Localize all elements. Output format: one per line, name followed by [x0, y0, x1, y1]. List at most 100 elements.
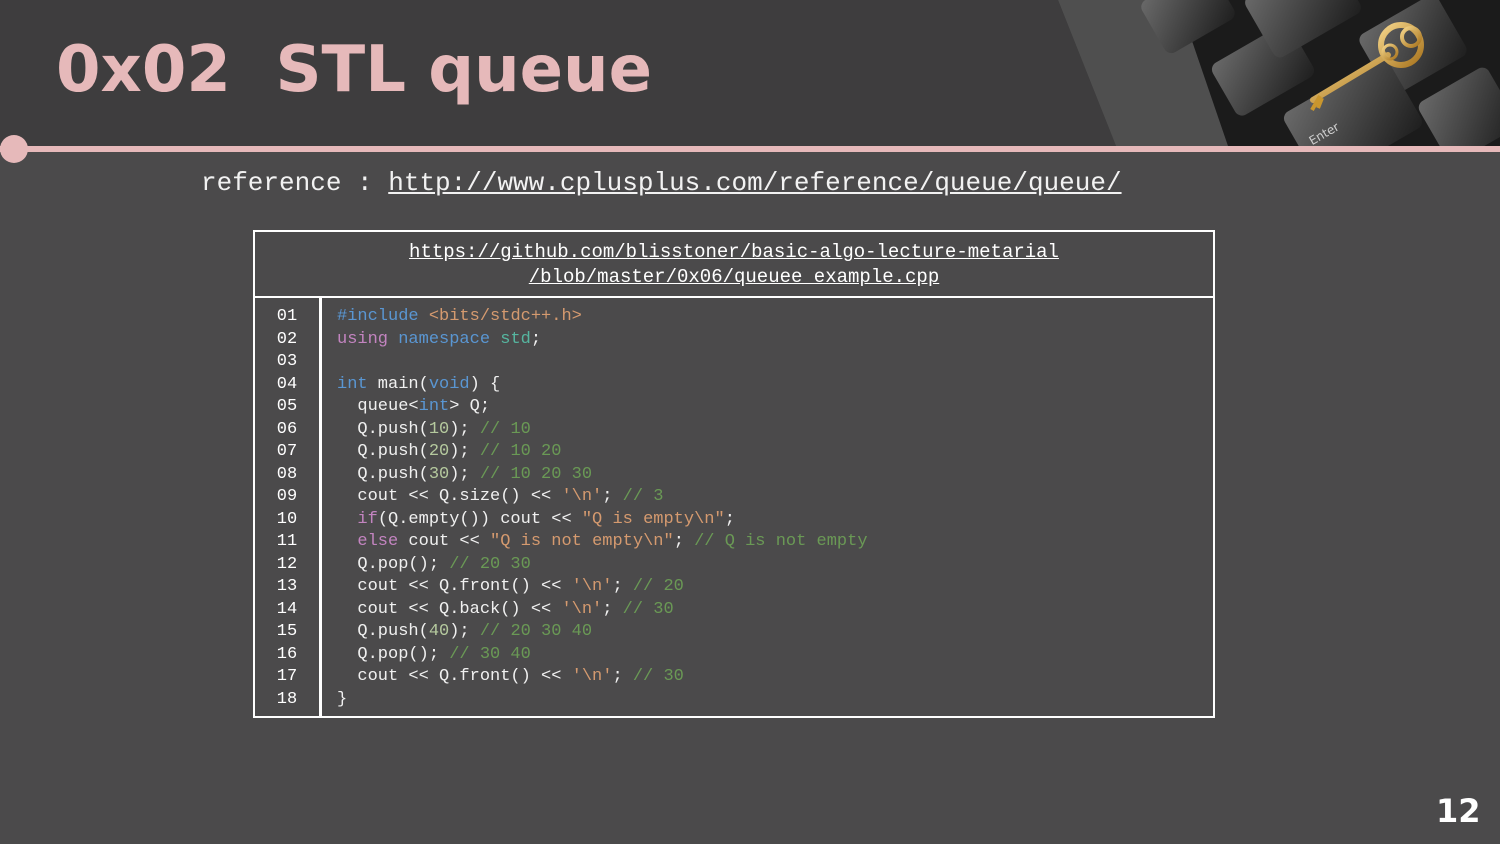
code-source-link[interactable]: https://github.com/blisstoner/basic-algo…: [255, 232, 1213, 298]
code-token: "Q is not empty\n": [490, 532, 674, 551]
code-token: cout <<: [398, 532, 491, 551]
reference-line: reference : http://www.cplusplus.com/ref…: [201, 168, 1122, 198]
code-token: Q.push(: [337, 464, 429, 484]
code-token: "Q is empty\n": [581, 509, 725, 529]
line-number: 05: [276, 397, 298, 416]
code-token: // 3: [622, 487, 664, 506]
line-number: 16: [276, 644, 298, 664]
code-token: );: [449, 622, 480, 641]
line-number: 07: [276, 442, 298, 461]
code-token: '\n': [561, 599, 603, 619]
code-token: ;: [673, 532, 695, 551]
line-number: 10: [276, 509, 298, 529]
code-token: ;: [612, 667, 633, 686]
code-token: // 10: [479, 419, 531, 439]
line-number: 08: [276, 464, 298, 484]
code-token: // 10 20 30: [479, 464, 593, 484]
line-number: 11: [276, 532, 298, 551]
code-token: '\n': [571, 577, 613, 596]
code-line: Q.push(40); // 20 30 40: [337, 621, 868, 644]
code-token: );: [449, 442, 480, 461]
line-number: 18: [276, 689, 298, 709]
code-line: using namespace std;: [337, 329, 868, 352]
reference-label: reference :: [201, 168, 389, 198]
code-token: // Q is not empty: [694, 532, 868, 551]
line-number: 17: [276, 667, 298, 686]
code-token: ;: [724, 509, 735, 529]
code-token: Q.pop();: [337, 554, 450, 574]
code-token: void: [428, 374, 470, 394]
code-token: cout << Q.size() <<: [337, 487, 562, 506]
code-line: cout << Q.front() << '\n'; // 20: [337, 576, 868, 599]
code-token: #include: [337, 307, 419, 326]
page-number: 12: [1436, 792, 1481, 830]
code-token: std: [500, 329, 531, 349]
code-token: // 30: [622, 599, 674, 619]
code-token: );: [449, 419, 480, 439]
code-line: int main(void) {: [337, 374, 868, 397]
code-link-line-1[interactable]: https://github.com/blisstoner/basic-algo…: [255, 240, 1213, 265]
code-token: );: [449, 464, 480, 484]
code-token: Q.push(: [337, 622, 429, 641]
reference-link[interactable]: http://www.cplusplus.com/reference/queue…: [388, 168, 1121, 198]
code-token: 30: [428, 464, 450, 484]
code-link-line-2[interactable]: /blob/master/0x06/queuee_example.cpp: [255, 265, 1213, 290]
code-line: Q.push(10); // 10: [337, 419, 868, 442]
code-line: #include <bits/stdc++.h>: [337, 306, 868, 329]
code-token: ;: [602, 487, 623, 506]
code-token: namespace: [398, 329, 491, 349]
code-token: ;: [612, 577, 633, 596]
title-divider: [0, 146, 1500, 152]
code-token: // 30: [632, 667, 684, 686]
code-token: ) {: [469, 374, 501, 394]
code-token: int: [337, 374, 368, 394]
code-token: 10: [428, 419, 450, 439]
code-token: (Q.empty()) cout <<: [377, 509, 582, 529]
code-line: Q.pop(); // 30 40: [337, 644, 868, 667]
code-line: }: [337, 689, 868, 712]
code-token: Q.push(: [337, 419, 429, 439]
line-number: 06: [276, 419, 298, 439]
code-line: cout << Q.back() << '\n'; // 30: [337, 599, 868, 622]
code-line: cout << Q.front() << '\n'; // 30: [337, 666, 868, 689]
code-token: cout << Q.back() <<: [337, 599, 562, 619]
slide-title: 0x02 STL queue: [56, 33, 652, 107]
line-number: 03: [276, 352, 298, 371]
code-token: ;: [602, 599, 623, 619]
code-token: Q.pop();: [337, 644, 450, 664]
code-line: queue<int> Q;: [337, 396, 868, 419]
code-line: Q.pop(); // 20 30: [337, 554, 868, 577]
line-number: 12: [276, 554, 298, 574]
line-number: 09: [276, 487, 298, 506]
keyboard-key-photo: Enter: [1058, 0, 1500, 146]
code-token: int: [418, 397, 450, 416]
code-block: #include <bits/stdc++.h> using namespace …: [337, 306, 868, 711]
line-number-gutter: 01 02 03 04 05 06 07 08 09 10 11 12 13 14 15 16 17 18: [255, 298, 322, 716]
code-line: if(Q.empty()) cout << "Q is empty\n";: [337, 509, 868, 532]
code-token: ;: [530, 329, 542, 349]
code-token: // 20: [632, 577, 684, 596]
code-token: // 30 40: [449, 644, 531, 664]
code-line: cout << Q.size() << '\n'; // 3: [337, 486, 868, 509]
code-token: cout << Q.front() <<: [337, 577, 572, 596]
divider-dot: [0, 135, 28, 163]
code-line: else cout << "Q is not empty\n"; // Q is…: [337, 531, 868, 554]
code-token: 40: [428, 622, 450, 641]
code-token: // 20 30 40: [479, 622, 593, 641]
code-line: Q.push(20); // 10 20: [337, 441, 868, 464]
code-token: else: [357, 532, 399, 551]
code-token: if: [357, 509, 378, 529]
code-token: '\n': [561, 487, 603, 506]
line-number: 13: [276, 577, 298, 596]
line-number: 04: [276, 374, 298, 394]
code-token: using: [337, 329, 389, 349]
line-number: 01: [276, 307, 298, 326]
code-token: Q.push(: [337, 442, 429, 461]
line-number: 15: [276, 622, 298, 641]
code-token: > Q;: [449, 397, 491, 416]
